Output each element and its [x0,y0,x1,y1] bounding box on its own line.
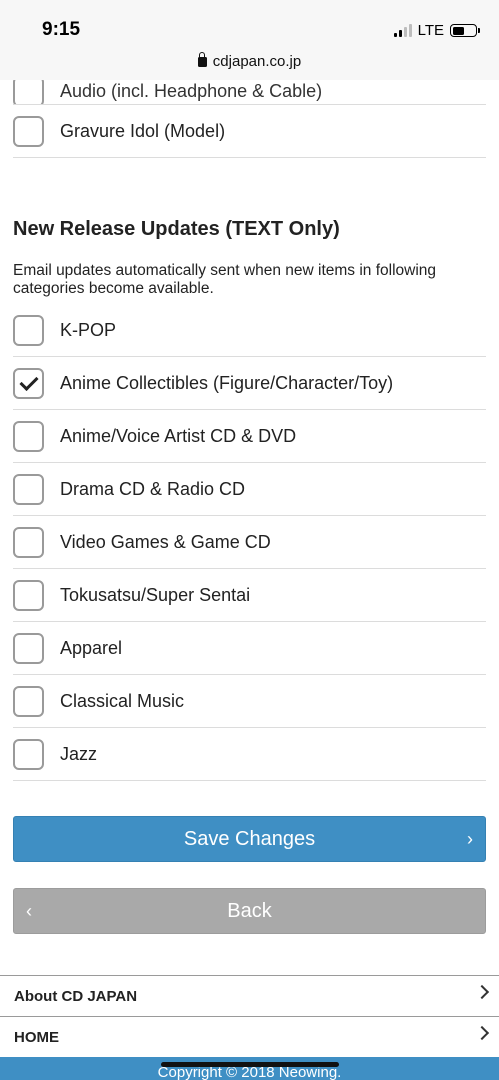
copyright-bar: Copyright © 2018 Neowing. [0,1057,499,1080]
category-label: Video Games & Game CD [60,531,271,552]
chevron-right-icon [474,1025,490,1041]
category-label: Jazz [60,743,98,764]
network-label: LTE [417,22,444,39]
footer-link-label: About CD JAPAN [14,987,138,1005]
checkbox[interactable] [13,632,44,664]
category-label: Audio (incl. Headphone & Cable) [60,80,323,101]
checkbox[interactable] [13,115,44,147]
footer-link-label: HOME [14,1028,59,1046]
category-label: Drama CD & Radio CD [60,478,246,499]
checkbox[interactable] [13,314,44,346]
chevron-left-icon: ‹ [26,900,32,921]
category-row[interactable]: Apparel [13,622,486,675]
browser-status-bar: 9:15 LTE cdjapan.co.jp [0,0,499,80]
category-row[interactable]: K-POP [13,304,486,357]
category-row[interactable]: Anime/Voice Artist CD & DVD [13,410,486,463]
category-row[interactable]: Tokusatsu/Super Sentai [13,569,486,622]
checkbox[interactable] [13,473,44,505]
category-label: Apparel [60,637,123,658]
checkbox[interactable] [13,579,44,611]
lock-icon [197,52,207,67]
category-row-gravure[interactable]: Gravure Idol (Model) [13,105,486,158]
status-indicators: LTE [393,22,480,39]
status-time: 9:15 [42,19,81,40]
category-label: Anime Collectibles (Figure/Character/Toy… [60,372,394,393]
checkbox-checked[interactable] [13,367,44,399]
category-label: Classical Music [60,690,185,711]
save-changes-button[interactable]: Save Changes › [13,816,486,862]
footer-link-about[interactable]: About CD JAPAN [0,975,499,1016]
signal-icon [393,24,412,37]
category-label: K-POP [60,319,117,340]
chevron-right-icon: › [467,828,473,849]
category-row[interactable]: Drama CD & Radio CD [13,463,486,516]
checkbox[interactable] [13,738,44,770]
checkbox[interactable] [13,526,44,558]
checkbox[interactable] [13,685,44,717]
category-row[interactable]: Anime Collectibles (Figure/Character/Toy… [13,357,486,410]
category-label: Anime/Voice Artist CD & DVD [60,425,297,446]
save-button-label: Save Changes [183,827,316,850]
back-button-label: Back [227,899,272,922]
category-row[interactable]: Jazz [13,728,486,781]
chevron-right-icon [474,984,490,1000]
footer-link-home[interactable]: HOME [0,1016,499,1057]
section-heading: New Release Updates (TEXT Only) [13,218,340,240]
home-indicator [161,1062,339,1067]
battery-icon [450,24,480,37]
category-label: Gravure Idol (Model) [60,120,226,141]
url-bar[interactable]: cdjapan.co.jp [0,52,499,70]
section-description: Email updates automatically sent when ne… [13,262,437,297]
category-row[interactable]: Video Games & Game CD [13,516,486,569]
url-text: cdjapan.co.jp [212,53,302,70]
category-row[interactable]: Classical Music [13,675,486,728]
back-button[interactable]: ‹ Back [13,888,486,934]
category-label: Tokusatsu/Super Sentai [60,584,251,605]
checkbox[interactable] [13,420,44,452]
